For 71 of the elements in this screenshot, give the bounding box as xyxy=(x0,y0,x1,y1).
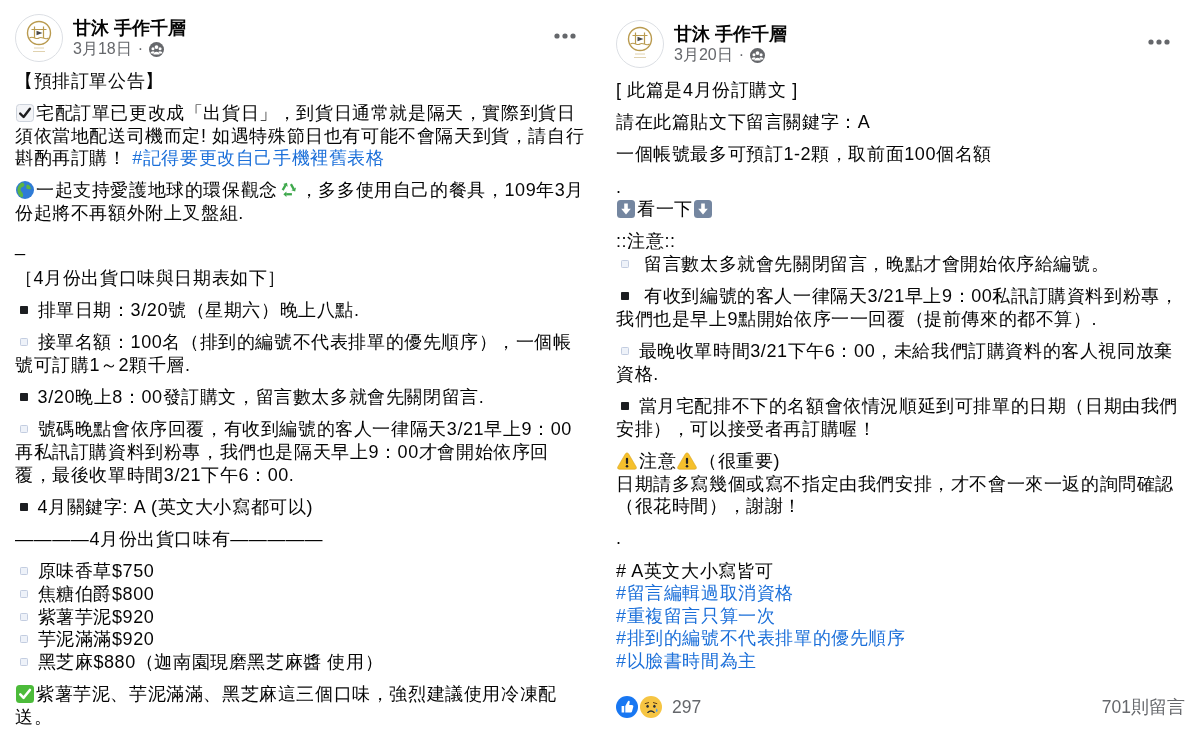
author-name[interactable]: 甘沐 手作千層 xyxy=(73,17,186,39)
post-text: # A英文大小寫皆可 xyxy=(616,559,775,583)
filled-square-icon xyxy=(20,502,28,511)
author-name[interactable]: 甘沐 手作千層 xyxy=(674,23,787,45)
post-date[interactable]: 3月18日 xyxy=(73,39,132,59)
post-text: 一個帳號最多可預訂1-2顆，取前面100個名額 xyxy=(616,143,992,166)
post-text: 當月宅配排不下的名額會依情況順延到可排單的日期（日期由我們安排），可以接受者再訂購喔！ xyxy=(616,395,1179,441)
post-text: 紫薯芋泥、芋泥滿滿、黑芝麻這三個口味，強烈建議使用冷凍配送。 xyxy=(15,683,558,729)
post-text: 排單日期：3/20號（星期六）晚上八點. xyxy=(15,298,360,322)
post-date[interactable]: 3月20日 xyxy=(674,45,733,65)
more-options-icon[interactable] xyxy=(554,33,576,39)
post-text: 3/20晚上8：00發訂購文，留言數太多就會先關閉留言. xyxy=(15,386,485,409)
post-text: 最晚收單時間3/21下午6：00，未給我們訂購資料的客人視同放棄資格. xyxy=(616,340,1174,386)
post-text: 有收到編號的客人一律隔天3/21早上9：00私訊訂購資料到粉專，我們也是早上9點開始依序一一回覆（提前傳來的都不算）. xyxy=(616,285,1180,331)
hollow-square-icon xyxy=(20,657,28,666)
post-text: 號碼晚點會依序回覆，有收到編號的客人一律隔天3/21早上9：00再私訊訂購資料到粉專，我們也是隔天早上9：00才會開始依序回覆，最後收單時間3/21下午6：00. xyxy=(15,418,573,487)
hollow-square-icon xyxy=(621,347,629,356)
post-text: 黑芝麻$880（迦南園現磨黑芝麻醬 使用） xyxy=(15,650,384,674)
post-text: 4月關鍵字: A (英文大小寫都可以) xyxy=(15,495,313,519)
post-text: 【預排訂單公告】 xyxy=(15,69,164,93)
post-text: 接單名額：100名（排到的編號不代表排單的優先順序），一個帳號可訂購1～2顆千層. xyxy=(15,331,573,377)
filled-square-icon xyxy=(20,305,28,314)
warning-icon xyxy=(677,451,698,470)
thumbs-up-icon[interactable] xyxy=(616,695,638,718)
check-box-icon xyxy=(16,685,34,703)
post-text: [ 此篇是4月份訂購文 ] xyxy=(616,78,798,102)
hollow-square-icon xyxy=(20,567,28,576)
post-text: 請在此篇貼文下留言關鍵字：A xyxy=(616,110,871,134)
hollow-square-icon xyxy=(621,260,629,268)
post-text: 芋泥滿滿$920 xyxy=(15,628,155,651)
post-text: _ xyxy=(15,234,26,257)
post-text: 焦糖伯爵$800 xyxy=(15,582,155,606)
date-separator: · xyxy=(738,45,745,65)
post-text: . xyxy=(616,527,622,550)
hashtag-link[interactable]: #記得要更改自己手機裡舊表格 xyxy=(132,148,385,169)
reaction-count[interactable]: 297 xyxy=(672,694,702,719)
post-text: 日期請多寫幾個或寫不指定由我們安排，才不會一來一返的詢問確認（很花時間），謝謝！ xyxy=(616,472,1175,518)
sad-face-icon[interactable] xyxy=(640,695,662,718)
hollow-square-icon xyxy=(20,612,28,621)
warning-icon xyxy=(617,451,637,470)
post-text: 一起支持愛護地球的環保觀念 ，多多使用自己的餐具，109年3月份起將不再額外附上叉盤組. xyxy=(15,179,586,225)
hollow-square-icon xyxy=(20,589,28,598)
hashtag-link[interactable]: #以臉書時間為主 xyxy=(616,651,757,672)
post-text: ::注意:: xyxy=(616,230,676,253)
hollow-square-icon xyxy=(20,338,28,347)
filled-square-icon xyxy=(621,292,629,301)
hollow-square-icon xyxy=(20,635,28,644)
comment-count[interactable]: 701則留言 xyxy=(1101,694,1185,719)
filled-square-icon xyxy=(20,393,28,402)
post-text: 原味香草$750 xyxy=(15,560,155,583)
tick-icon xyxy=(16,103,34,122)
people-icon xyxy=(149,41,165,57)
logo-avatar[interactable] xyxy=(616,20,664,68)
post-text: ————4月份出貨口味有————— xyxy=(15,528,324,551)
post-text: 紫薯芋泥$920 xyxy=(15,605,155,629)
hashtag-link[interactable]: #重複留言只算一次 xyxy=(616,605,776,626)
post-text: 看一下 xyxy=(616,198,714,221)
post-text: 宅配訂單已更改成「出貨日」，到貨日通常就是隔天，實際到貨日須依當地配送司機而定! 如遇特殊節日也有可能不會隔天到貨，請自行斟酌再訂購！ #記得要更改自己手機裡舊表格 xyxy=(15,101,586,170)
filled-square-icon xyxy=(621,402,629,411)
globe-icon xyxy=(16,181,34,200)
hashtag-link[interactable]: #排到的編號不代表排單的優先順序 xyxy=(616,628,906,649)
post-text: 注意 （很重要) xyxy=(616,449,781,473)
hollow-square-icon xyxy=(20,425,28,434)
logo-avatar[interactable] xyxy=(15,14,63,62)
post-text: 留言數太多就會先關閉留言，晚點才會開始依序給編號。 xyxy=(616,253,1110,276)
more-options-icon[interactable] xyxy=(1148,39,1170,45)
post-text: ［4月份出貨口味與日期表如下］ xyxy=(15,266,286,290)
hashtag-link[interactable]: #留言編輯過取消資格 xyxy=(616,583,794,604)
post-text: . xyxy=(616,175,622,199)
date-separator: · xyxy=(137,39,144,59)
people-icon xyxy=(750,47,766,63)
